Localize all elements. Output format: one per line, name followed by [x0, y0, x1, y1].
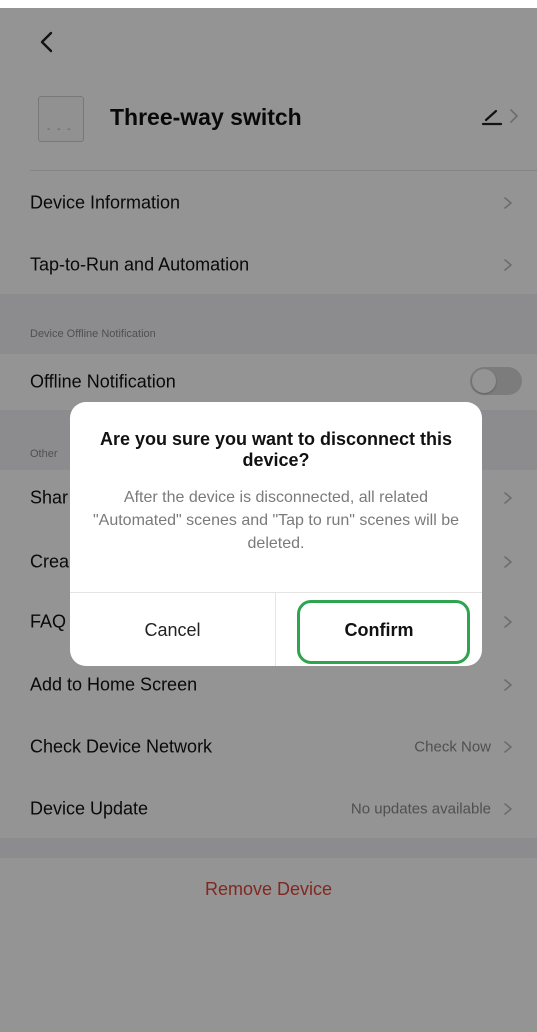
- dialog-message: After the device is disconnected, all re…: [92, 489, 460, 552]
- confirm-button[interactable]: Confirm: [276, 593, 482, 666]
- dialog-title: Are you sure you want to disconnect this…: [99, 429, 453, 470]
- cancel-button[interactable]: Cancel: [70, 593, 275, 666]
- dialog-actions: Cancel Confirm: [70, 592, 482, 666]
- disconnect-confirm-dialog: Are you sure you want to disconnect this…: [70, 402, 482, 666]
